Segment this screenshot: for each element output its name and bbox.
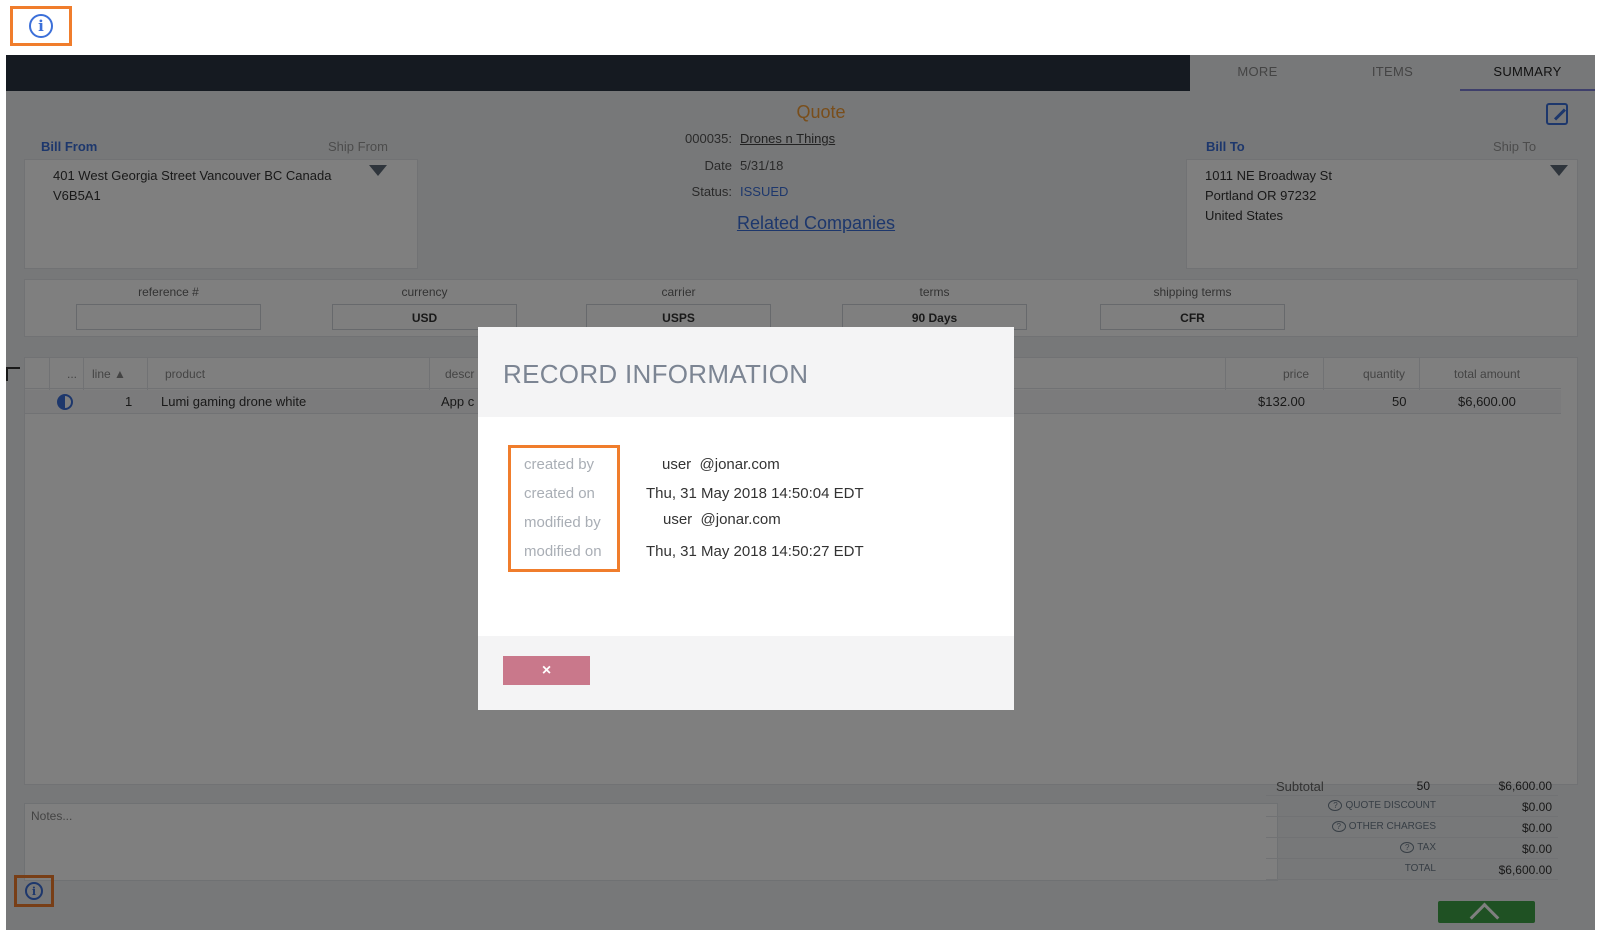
record-information-modal: RECORD INFORMATION created by created on… bbox=[478, 327, 1014, 710]
record-keys-highlight: created by created on modified by modifi… bbox=[508, 445, 620, 572]
modified-on-value: Thu, 31 May 2018 14:50:27 EDT bbox=[646, 543, 864, 560]
created-by-label: created by bbox=[524, 456, 595, 473]
info-icon: i bbox=[29, 14, 53, 38]
created-on-value: Thu, 31 May 2018 14:50:04 EDT bbox=[646, 485, 864, 502]
top-info-button[interactable]: i bbox=[10, 6, 72, 46]
created-by-value: user @jonar.com bbox=[662, 456, 780, 473]
modified-by-value: user @jonar.com bbox=[663, 511, 781, 528]
modified-on-label: modified on bbox=[524, 543, 602, 560]
modal-header: RECORD INFORMATION bbox=[478, 327, 1014, 417]
close-button[interactable]: × bbox=[503, 656, 590, 685]
modal-footer: × bbox=[478, 636, 1014, 710]
modified-by-label: modified by bbox=[524, 514, 601, 531]
modal-title: RECORD INFORMATION bbox=[503, 359, 809, 389]
created-on-label: created on bbox=[524, 485, 595, 502]
